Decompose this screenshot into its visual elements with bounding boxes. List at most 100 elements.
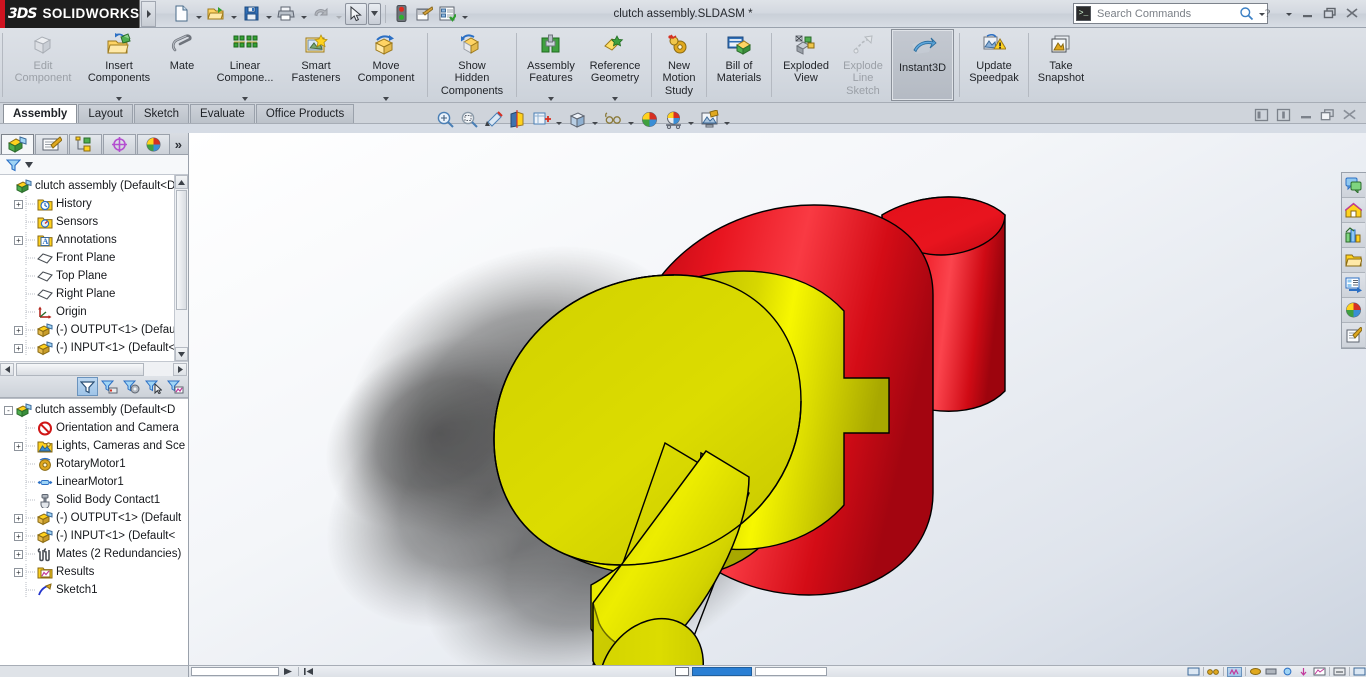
tree-expander[interactable]: + xyxy=(14,549,23,559)
appearances-scenes-icon[interactable] xyxy=(1342,298,1365,323)
motion-analysis-icon[interactable] xyxy=(1333,667,1346,676)
configuration-manager-tab[interactable] xyxy=(69,134,102,154)
ribbon-button-update-speedpak[interactable]: Update Speedpak xyxy=(963,28,1025,102)
restore-document-icon[interactable] xyxy=(1254,108,1269,122)
calculate-icon[interactable] xyxy=(282,667,295,676)
ribbon-button-explode-line-sketch[interactable]: Explode Line Sketch xyxy=(837,28,889,102)
tree-item[interactable]: + History xyxy=(0,195,188,213)
tree-expander[interactable]: + xyxy=(14,567,23,577)
tree-item[interactable]: + (-) OUTPUT<1> (Default xyxy=(0,321,188,339)
section-view-icon[interactable] xyxy=(506,109,528,131)
results-plot-icon[interactable] xyxy=(1313,667,1326,676)
feature-tree-hscrollbar[interactable] xyxy=(0,361,188,376)
ribbon-button-mate[interactable]: Mate xyxy=(158,28,206,102)
ribbon-button-assembly-features[interactable]: Assembly Features xyxy=(520,28,582,102)
contact-icon[interactable] xyxy=(1281,667,1294,676)
force-icon[interactable] xyxy=(1265,667,1278,676)
timeline-bar[interactable] xyxy=(755,667,827,676)
ribbon-button-take-snapshot[interactable]: Take Snapshot xyxy=(1032,28,1090,102)
tree-item[interactable]: + (-) INPUT<1> (Default< xyxy=(0,527,188,545)
clutch-assembly-model[interactable]: X Y Z xyxy=(189,133,1366,665)
undo-icon[interactable] xyxy=(310,3,332,25)
apply-scene-dropdown[interactable] xyxy=(686,109,696,131)
rebuild-all-icon[interactable] xyxy=(413,3,435,25)
tree-item[interactable]: + (-) OUTPUT<1> (Default xyxy=(0,509,188,527)
property-manager-tab[interactable] xyxy=(35,134,68,154)
open-document-icon[interactable] xyxy=(205,3,227,25)
tree-item[interactable]: + Lights, Cameras and Sce xyxy=(0,437,188,455)
undo-dropdown[interactable] xyxy=(333,3,344,25)
motion-display-icon[interactable] xyxy=(1187,667,1200,676)
motors-icon[interactable] xyxy=(1207,667,1220,676)
ribbon-button-reference-geometry[interactable]: Reference Geometry xyxy=(582,28,648,102)
ribbon-button-exploded-view[interactable]: Exploded View xyxy=(775,28,837,102)
close-document-icon[interactable] xyxy=(1342,108,1357,122)
tree-expander[interactable]: + xyxy=(14,513,23,523)
select-tool-dropdown[interactable] xyxy=(368,2,381,25)
tree-expander[interactable]: - xyxy=(4,405,13,415)
search-commands-box[interactable]: >_ Search Commands xyxy=(1073,3,1268,24)
open-document-dropdown[interactable] xyxy=(228,3,239,25)
timeline-field[interactable] xyxy=(675,667,689,676)
zoom-to-area-icon[interactable] xyxy=(458,109,480,131)
linear-component-dropdown[interactable] xyxy=(242,97,248,101)
search-icon[interactable] xyxy=(1239,6,1254,21)
tree-item[interactable]: LinearMotor1 xyxy=(0,473,188,491)
reference-geometry-dropdown[interactable] xyxy=(612,97,618,101)
tree-item[interactable]: + A Annotations xyxy=(0,231,188,249)
filter-selected-icon[interactable] xyxy=(143,377,164,396)
timeline-progress[interactable] xyxy=(692,667,752,676)
filter-all-icon[interactable] xyxy=(77,377,98,396)
custom-properties-icon[interactable] xyxy=(1342,323,1365,348)
scroll-right-button[interactable] xyxy=(173,362,187,376)
graphics-viewport[interactable]: X Y Z xyxy=(189,133,1366,665)
tab-sketch[interactable]: Sketch xyxy=(133,104,190,123)
feature-tree-scroll-thumb[interactable] xyxy=(176,190,187,310)
close-icon[interactable] xyxy=(1343,4,1360,22)
save-document-dropdown[interactable] xyxy=(263,3,274,25)
tree-item[interactable]: - clutch assembly (Default<D xyxy=(0,401,188,419)
options-icon[interactable] xyxy=(436,3,458,25)
insert-components-dropdown[interactable] xyxy=(116,97,122,101)
apply-scene-icon[interactable] xyxy=(662,109,684,131)
tree-expander[interactable]: + xyxy=(14,325,23,335)
ribbon-button-new-motion-study[interactable]: New Motion Study xyxy=(655,28,703,102)
tree-item[interactable]: Front Plane xyxy=(0,249,188,267)
motion-study-mode-select[interactable] xyxy=(191,667,279,676)
restore-window-icon[interactable] xyxy=(1320,108,1335,122)
ribbon-button-edit-component[interactable]: Edit Component xyxy=(6,28,80,102)
rebuild-icon[interactable] xyxy=(390,3,412,25)
print-document-icon[interactable] xyxy=(275,3,297,25)
ribbon-button-linear-component-pattern[interactable]: Linear Compone... xyxy=(206,28,284,102)
hide-show-items-dropdown[interactable] xyxy=(626,109,636,131)
filter-animated-icon[interactable] xyxy=(99,377,120,396)
motion-settings-icon[interactable] xyxy=(1353,667,1366,676)
move-component-dropdown[interactable] xyxy=(383,97,389,101)
tree-item[interactable]: Right Plane xyxy=(0,285,188,303)
display-style-dropdown[interactable] xyxy=(590,109,600,131)
feature-tree-vscrollbar[interactable] xyxy=(174,175,188,361)
ribbon-button-show-hidden-components[interactable]: Show Hidden Components xyxy=(431,28,513,102)
tree-expander[interactable]: + xyxy=(14,235,23,245)
tree-item[interactable]: Origin xyxy=(0,303,188,321)
help-icon[interactable]: ? xyxy=(1261,4,1278,22)
tree-expander[interactable]: + xyxy=(14,343,23,353)
tab-assembly[interactable]: Assembly xyxy=(3,104,78,123)
solidworks-resources-icon[interactable] xyxy=(1342,173,1365,198)
scroll-down-button[interactable] xyxy=(175,347,188,361)
damper-icon[interactable] xyxy=(1249,667,1262,676)
scroll-left-button[interactable] xyxy=(0,362,14,376)
view-orientation-icon[interactable] xyxy=(530,109,552,131)
feature-manager-tab[interactable] xyxy=(1,134,34,154)
edit-appearance-icon[interactable] xyxy=(638,109,660,131)
ribbon-button-bill-of-materials[interactable]: Bill of Materials xyxy=(710,28,768,102)
search-folder-icon[interactable] xyxy=(1342,248,1365,273)
previous-view-icon[interactable] xyxy=(482,109,504,131)
motion-manager-tree[interactable]: - clutch assembly (Default<D Orientation a… xyxy=(0,398,188,670)
new-document-icon[interactable] xyxy=(170,3,192,25)
options-dropdown[interactable] xyxy=(459,3,470,25)
filter-results-icon[interactable] xyxy=(165,377,186,396)
tree-item[interactable]: Orientation and Camera xyxy=(0,419,188,437)
tab-layout[interactable]: Layout xyxy=(78,104,133,123)
view-palette-icon[interactable] xyxy=(1342,273,1365,298)
